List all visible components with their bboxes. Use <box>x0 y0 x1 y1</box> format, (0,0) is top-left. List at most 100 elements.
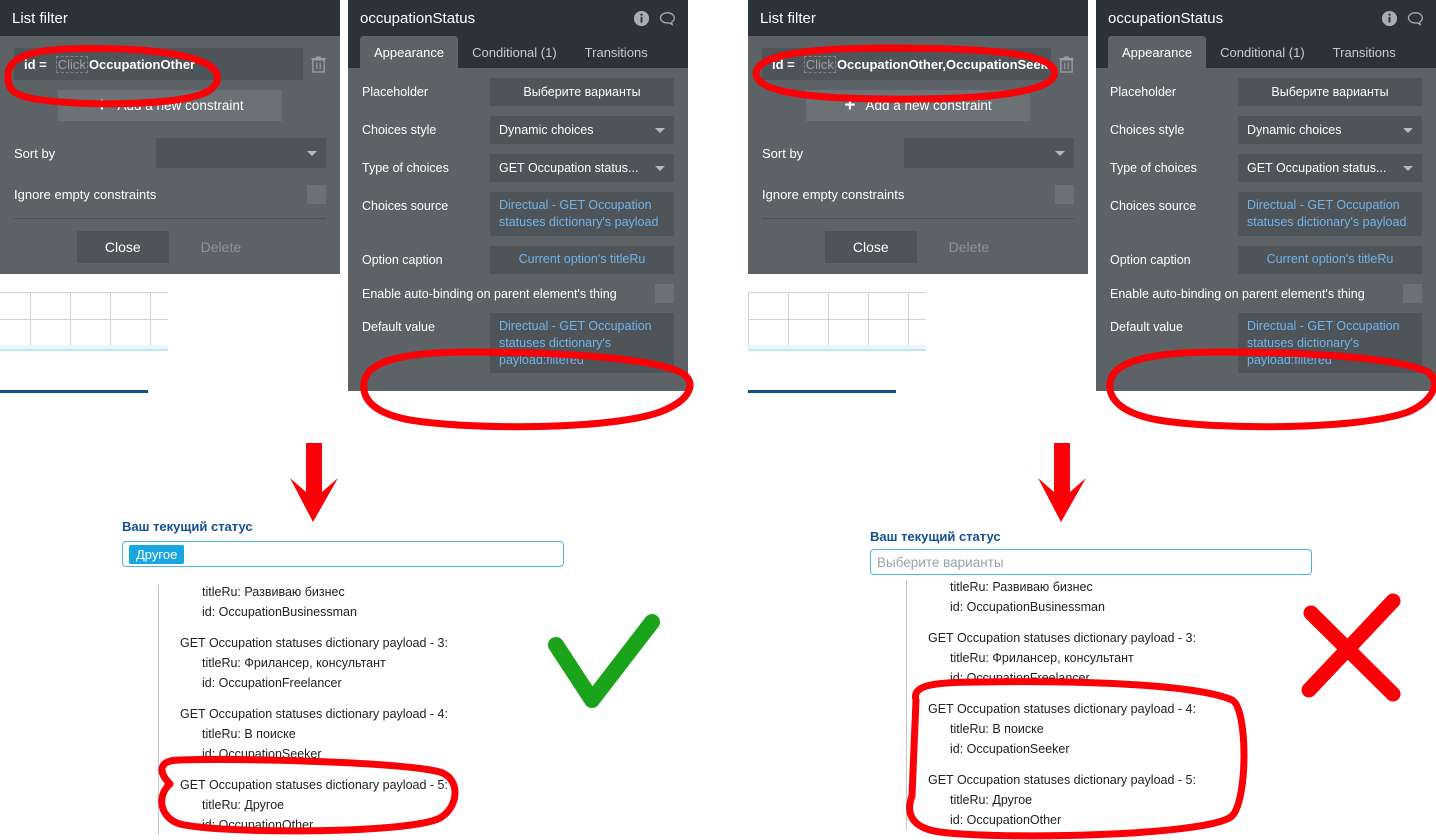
prop-label: Placeholder <box>362 85 429 99</box>
auto-binding-label: Enable auto-binding on parent element's … <box>362 286 617 301</box>
placeholder-value[interactable]: Выберите варианты <box>1238 78 1422 106</box>
option-caption-value[interactable]: Current option's titleRu <box>1238 245 1422 274</box>
panel-footer: Close Delete <box>762 218 1074 274</box>
canvas-rule-left <box>0 390 148 393</box>
choices-source-value[interactable]: Directual - GET Occupation statuses dict… <box>490 192 674 236</box>
delete-button[interactable]: Delete <box>927 231 1011 263</box>
default-value-value[interactable]: Directual - GET Occupation statuses dict… <box>1238 312 1422 374</box>
prop-label: Choices style <box>1110 123 1185 137</box>
tab-appearance[interactable]: Appearance <box>1108 36 1207 68</box>
header-icons <box>1381 10 1424 27</box>
sort-by-select[interactable] <box>904 138 1074 168</box>
constraint-row: id = Click OccupationOther,OccupationSee… <box>762 48 1074 80</box>
tree-line-text: titleRu: Другое <box>950 793 1033 807</box>
prop-label: Choices style <box>362 123 437 137</box>
tree-guide-line <box>906 580 907 830</box>
canvas-rule-right <box>748 390 896 393</box>
auto-binding-checkbox[interactable] <box>1403 283 1422 303</box>
close-button[interactable]: Close <box>824 230 917 263</box>
preview-right-select[interactable]: Выберите варианты <box>870 549 1312 575</box>
tree-line: id: OccupationFreelancer <box>950 671 1090 685</box>
tree-line: titleRu: Фрилансер, консультант <box>950 651 1134 665</box>
appearance-properties: Placeholder Выберите варианты Choices st… <box>1096 68 1436 392</box>
tree-line: titleRu: В поиске <box>202 727 296 741</box>
sort-by-select[interactable] <box>156 138 326 168</box>
sort-by-row: Sort by <box>762 138 1074 168</box>
tree-line: id: OccupationBusinessman <box>950 600 1105 614</box>
info-icon[interactable] <box>1381 10 1398 27</box>
panel-header: List filter <box>0 0 340 36</box>
choices-style-select[interactable]: Dynamic choices <box>1238 116 1422 144</box>
list-filter-panel-left: List filter id = Click OccupationOther + <box>0 0 340 274</box>
close-button[interactable]: Close <box>76 230 169 263</box>
placeholder-value[interactable]: Выберите варианты <box>490 78 674 106</box>
auto-binding-label: Enable auto-binding on parent element's … <box>1110 286 1365 301</box>
tree-line: titleRu: Другое <box>950 793 1032 807</box>
occupation-status-panel-right: occupationStatus Appearance Conditional … <box>1096 0 1436 392</box>
add-constraint-label: Add a new constraint <box>117 98 244 113</box>
selected-chip[interactable]: Другое <box>129 544 185 564</box>
sort-by-label: Sort by <box>762 145 804 161</box>
tree-line: id: OccupationOther <box>950 813 1061 827</box>
tree-line-text: id: OccupationFreelancer <box>202 676 342 690</box>
panel-title: List filter <box>760 9 816 27</box>
tab-transitions[interactable]: Transitions <box>1319 36 1410 68</box>
plus-icon: + <box>96 95 108 116</box>
panel-footer: Close Delete <box>14 218 326 274</box>
type-of-choices-select[interactable]: GET Occupation status... <box>1238 154 1422 182</box>
ignore-empty-row: Ignore empty constraints <box>762 185 1074 204</box>
add-constraint-label: Add a new constraint <box>865 98 992 113</box>
tab-transitions[interactable]: Transitions <box>571 36 662 68</box>
panel-header: occupationStatus <box>348 0 688 36</box>
tab-appearance[interactable]: Appearance <box>360 36 459 68</box>
tab-conditional[interactable]: Conditional (1) <box>1206 36 1319 68</box>
tree-line-text: titleRu: Фрилансер, консультант <box>950 651 1134 665</box>
choices-source-value[interactable]: Directual - GET Occupation statuses dict… <box>1238 192 1422 236</box>
tree-line-text: titleRu: Развиваю бизнес <box>950 580 1093 594</box>
ignore-empty-checkbox[interactable] <box>1055 185 1074 204</box>
delete-button[interactable]: Delete <box>179 231 263 263</box>
auto-binding-checkbox[interactable] <box>655 283 674 303</box>
prop-label: Type of choices <box>1110 161 1197 175</box>
plus-icon: + <box>844 95 856 116</box>
prop-choices-source: Choices source Directual - GET Occupatio… <box>362 192 674 236</box>
sort-by-label: Sort by <box>14 145 56 161</box>
tree-line-text: titleRu: В поиске <box>950 722 1044 736</box>
prop-label: Placeholder <box>1110 85 1177 99</box>
add-constraint-button[interactable]: + Add a new constraint <box>806 90 1030 121</box>
type-of-choices-select[interactable]: GET Occupation status... <box>490 154 674 182</box>
tree-line-text: id: OccupationFreelancer <box>950 671 1090 685</box>
panel-title: occupationStatus <box>360 9 476 27</box>
prop-label: Type of choices <box>362 161 449 175</box>
choices-style-select[interactable]: Dynamic choices <box>490 116 674 144</box>
option-caption-value[interactable]: Current option's titleRu <box>490 245 674 274</box>
tab-conditional[interactable]: Conditional (1) <box>458 36 571 68</box>
prop-label: Option caption <box>1110 252 1191 267</box>
prop-label: Choices source <box>1110 199 1197 213</box>
tree-line: titleRu: В поиске <box>950 722 1044 736</box>
prop-auto-binding: Enable auto-binding on parent element's … <box>1110 283 1422 303</box>
prop-choices-source: Choices source Directual - GET Occupatio… <box>1110 192 1422 236</box>
tree-line: titleRu: Другое <box>202 798 284 812</box>
constraint-field[interactable]: id = Click OccupationOther <box>14 48 303 80</box>
info-icon[interactable] <box>633 10 650 27</box>
tree-line: titleRu: Развиваю бизнес <box>202 585 345 599</box>
preview-left-select[interactable]: Другое <box>122 541 564 567</box>
tree-line: GET Occupation statuses dictionary paylo… <box>928 773 1196 787</box>
add-constraint-button[interactable]: + Add a new constraint <box>58 90 282 121</box>
delete-constraint-icon[interactable] <box>1059 55 1074 73</box>
annotation-arrow-left <box>290 443 338 522</box>
tree-line-text: id: OccupationSeeker <box>950 742 1070 756</box>
comment-icon[interactable] <box>659 10 676 27</box>
comment-icon[interactable] <box>1407 10 1424 27</box>
tree-line-text: GET Occupation statuses dictionary paylo… <box>928 631 1196 645</box>
ignore-empty-label: Ignore empty constraints <box>762 187 905 202</box>
constraint-field[interactable]: id = Click OccupationOther,OccupationSee… <box>762 48 1051 80</box>
prop-choices-style: Choices style Dynamic choices <box>1110 116 1422 144</box>
ignore-empty-checkbox[interactable] <box>307 185 326 204</box>
delete-constraint-icon[interactable] <box>311 55 326 73</box>
canvas-grid-left <box>0 292 168 347</box>
default-value-value[interactable]: Directual - GET Occupation statuses dict… <box>490 312 674 374</box>
tree-line: titleRu: Развиваю бизнес <box>950 580 1093 594</box>
constraint-placeholder: Click <box>803 55 836 73</box>
